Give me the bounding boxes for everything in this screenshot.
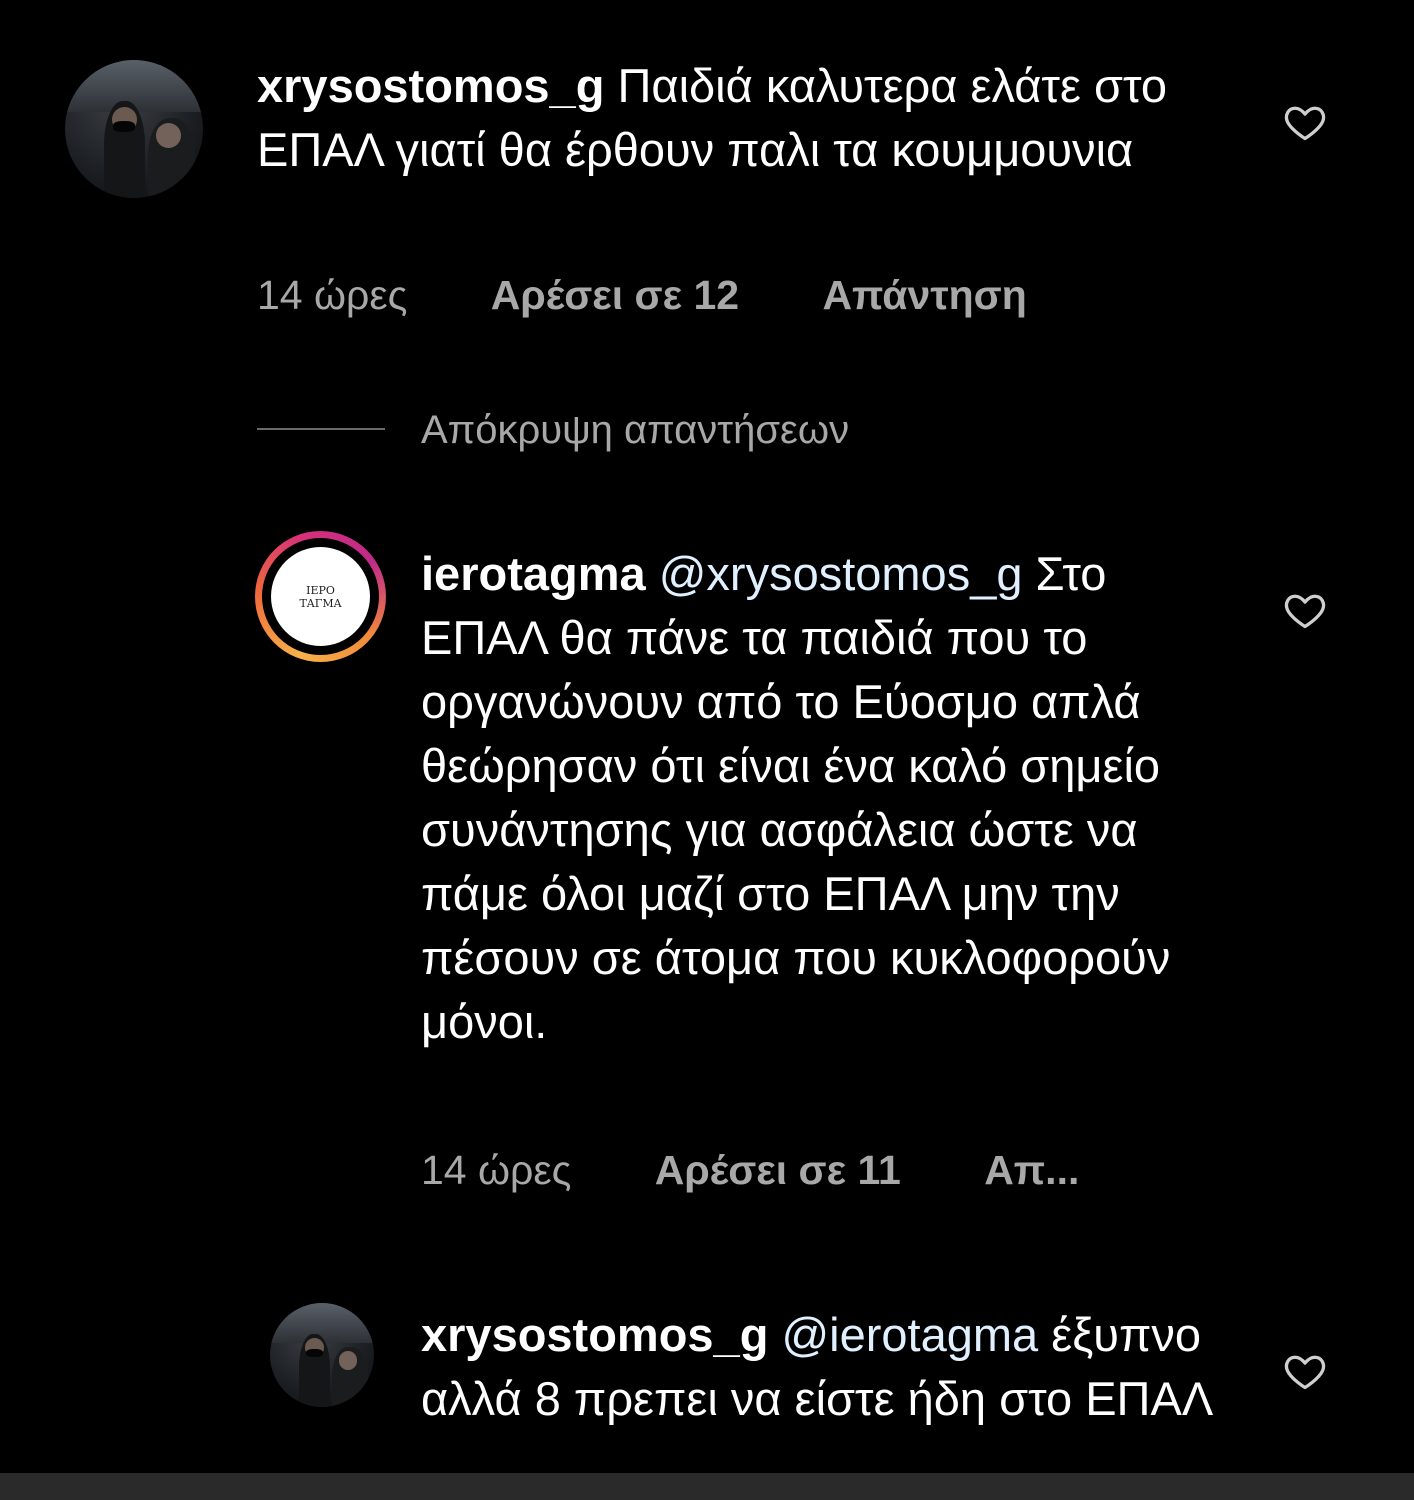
comment-meta: 14 ώρες Αρέσει σε 12 Απάντηση <box>257 272 1027 319</box>
heart-outline-icon[interactable] <box>1282 1349 1328 1393</box>
comment-username[interactable]: xrysostomos_g <box>421 1308 768 1361</box>
bottom-bar <box>0 1473 1414 1500</box>
reply-button[interactable]: Απάντηση <box>822 272 1026 318</box>
reply-button[interactable]: Απ... <box>984 1147 1079 1193</box>
avatar[interactable]: ΙΕΡΟ ΤΑΓΜΑ <box>255 531 386 662</box>
comment-body: xrysostomos_g Παιδιά καλυτερα ελάτε στο … <box>257 54 1217 182</box>
ierotagma-logo: ΙΕΡΟ ΤΑΓΜΑ <box>271 547 370 646</box>
heart-outline-icon[interactable] <box>1282 100 1328 144</box>
comment-body: xrysostomos_g @ierotagma έξυπνο αλλά 8 π… <box>421 1303 1221 1473</box>
comment-time: 14 ώρες <box>421 1147 572 1193</box>
comment-body: ierotagma @xrysostomos_g Στο ΕΠΑΛ θα πάν… <box>421 542 1221 1054</box>
comment-time: 14 ώρες <box>257 272 408 318</box>
replies-divider <box>257 428 385 430</box>
avatar[interactable] <box>65 60 203 198</box>
hide-replies-button[interactable]: Απόκρυψη απαντήσεων <box>421 408 849 453</box>
avatar[interactable] <box>270 1303 374 1407</box>
comment-mention[interactable]: @ierotagma <box>781 1308 1038 1361</box>
comment-mention[interactable]: @xrysostomos_g <box>659 547 1023 600</box>
comment-likes[interactable]: Αρέσει σε 12 <box>491 272 739 318</box>
comment-likes[interactable]: Αρέσει σε 11 <box>655 1147 901 1193</box>
comment-username[interactable]: ierotagma <box>421 547 646 600</box>
comment-meta: 14 ώρες Αρέσει σε 11 Απ... <box>421 1147 1079 1194</box>
comment-text: Στο ΕΠΑΛ θα πάνε τα παιδιά που το οργανώ… <box>421 547 1171 1048</box>
heart-outline-icon[interactable] <box>1282 588 1328 632</box>
comment-username[interactable]: xrysostomos_g <box>257 59 604 112</box>
